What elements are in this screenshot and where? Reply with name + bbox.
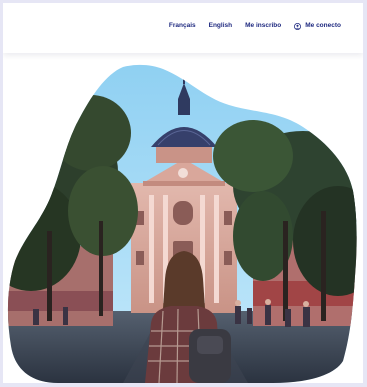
hero-image — [7, 64, 357, 383]
log-in-label: Me conecto — [305, 21, 341, 29]
sign-up-link[interactable]: Me inscribo — [245, 22, 281, 30]
top-navigation: Français English Me inscribo Me conecto — [169, 19, 341, 33]
log-in-link[interactable]: Me conecto — [294, 21, 341, 30]
language-english-link[interactable]: English — [209, 22, 232, 30]
hero-section — [3, 61, 363, 383]
page-frame: Français English Me inscribo Me conecto — [0, 0, 367, 387]
header-bar: Français English Me inscribo Me conecto — [3, 3, 363, 53]
user-icon — [294, 22, 302, 30]
hero-photo — [7, 64, 357, 383]
language-french-link[interactable]: Français — [169, 22, 196, 30]
